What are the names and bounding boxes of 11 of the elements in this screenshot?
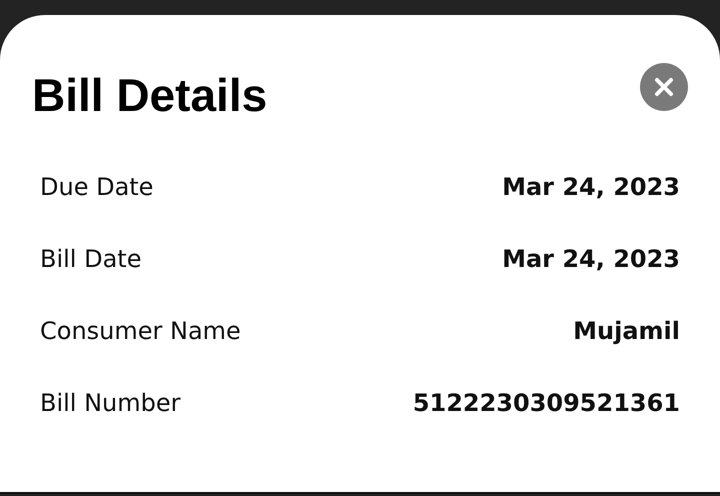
close-icon bbox=[654, 77, 674, 97]
detail-label: Bill Date bbox=[40, 245, 142, 273]
close-button[interactable] bbox=[640, 63, 688, 111]
detail-value: 5122230309521361 bbox=[412, 389, 680, 417]
detail-value: Mar 24, 2023 bbox=[502, 245, 680, 273]
sheet-title: Bill Details bbox=[32, 68, 268, 123]
detail-label: Due Date bbox=[40, 173, 154, 201]
detail-value: Mar 24, 2023 bbox=[502, 173, 680, 201]
detail-label: Bill Number bbox=[40, 389, 181, 417]
detail-label: Consumer Name bbox=[40, 317, 241, 345]
detail-value: Mujamil bbox=[573, 317, 680, 345]
